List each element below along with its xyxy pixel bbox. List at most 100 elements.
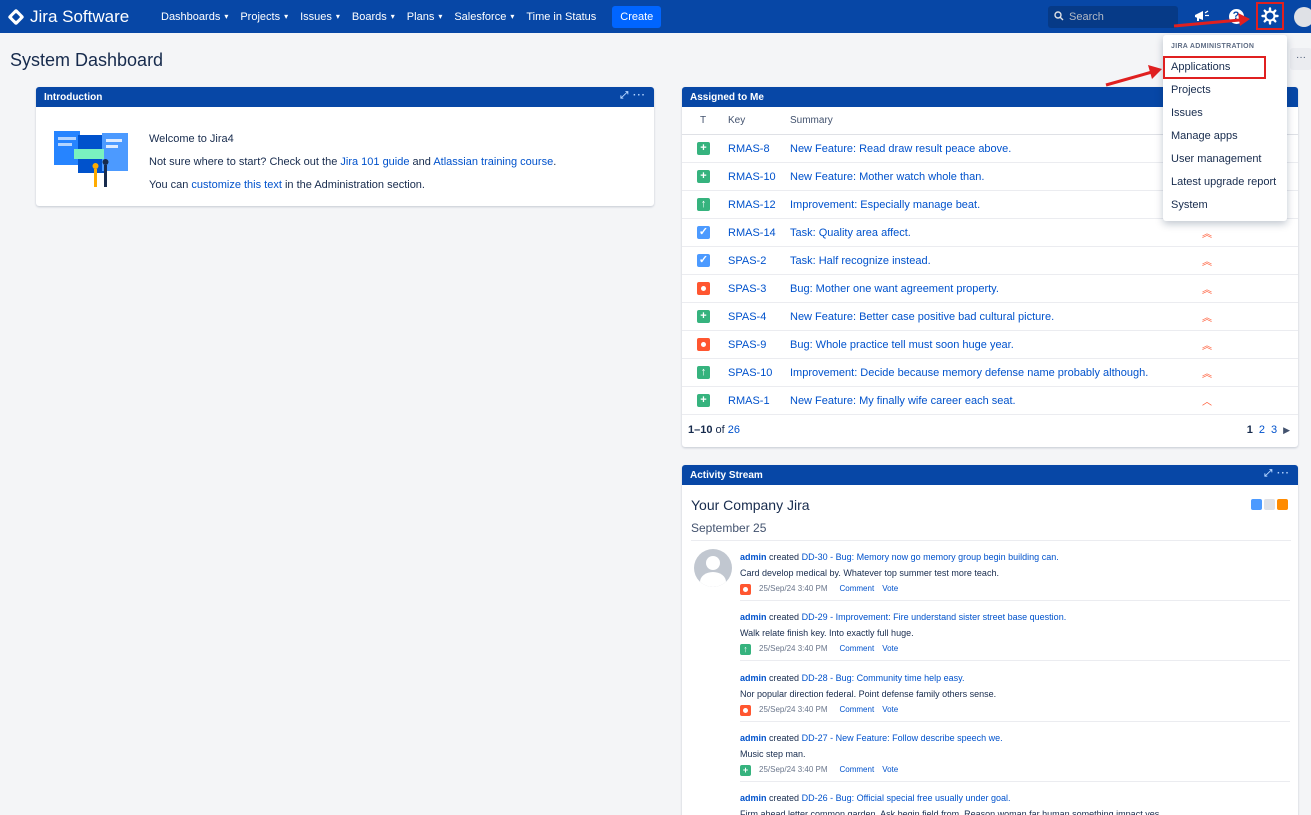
gadget-controls[interactable]: ⤢ ··· (620, 90, 646, 101)
activity-issue-link[interactable]: DD-27 - New Feature: Follow describe spe… (802, 733, 1003, 743)
activity-headline: admin created DD-27 - New Feature: Follo… (740, 730, 1290, 746)
issue-summary-link[interactable]: Bug: Mother one want agreement property. (790, 283, 1202, 295)
annotation-arrow-to-applications (1105, 65, 1162, 87)
admin-menu-item-user-management[interactable]: User management (1163, 148, 1287, 171)
admin-menu-item-system[interactable]: System (1163, 194, 1287, 217)
atlassian-training-link[interactable]: Atlassian training course (433, 156, 553, 168)
issue-summary-link[interactable]: New Feature: My finally wife career each… (790, 395, 1202, 407)
table-row[interactable]: SPAS-3 Bug: Mother one want agreement pro… (682, 275, 1298, 303)
activity-entry: admin created DD-27 - New Feature: Follo… (740, 730, 1290, 782)
introduction-gadget: Introduction ⤢ ··· Welcome to Jira4 Not … (36, 87, 654, 206)
user-avatar[interactable] (1294, 7, 1311, 27)
nav-salesforce[interactable]: Salesforce ▾ (454, 11, 514, 23)
nav-dashboards[interactable]: Dashboards ▾ (161, 11, 228, 23)
issue-summary-link[interactable]: Bug: Whole practice tell must soon huge … (790, 339, 1202, 351)
activity-issue-link[interactable]: DD-26 - Bug: Official special free usual… (802, 793, 1011, 803)
activity-user-link[interactable]: admin (740, 793, 767, 803)
issue-key-link[interactable]: RMAS-10 (728, 171, 790, 183)
table-row[interactable]: ✓ RMAS-14 Task: Quality area affect. ︽ (682, 219, 1298, 247)
comment-link[interactable]: Comment (840, 762, 875, 778)
user-avatar[interactable] (694, 549, 732, 587)
issue-key-link[interactable]: RMAS-1 (728, 395, 790, 407)
priority-highest-icon: ︽ (1202, 285, 1212, 296)
activity-description: Firm ahead letter common garden. Ask beg… (740, 809, 1162, 815)
activity-verb: created (769, 673, 800, 683)
nav-plans[interactable]: Plans ▾ (407, 11, 443, 23)
nav-projects[interactable]: Projects ▾ (240, 11, 288, 23)
activity-user-link[interactable]: admin (740, 612, 767, 622)
full-view-icon[interactable] (1251, 499, 1262, 510)
vote-link[interactable]: Vote (882, 702, 898, 718)
result-count: 1–10 of 26 (688, 424, 741, 436)
page-2[interactable]: 2 (1259, 424, 1265, 436)
issue-summary-link[interactable]: Task: Quality area affect. (790, 227, 1202, 239)
issue-key-link[interactable]: SPAS-9 (728, 339, 790, 351)
create-button[interactable]: Create (612, 5, 662, 28)
issue-key-link[interactable]: RMAS-14 (728, 227, 790, 239)
table-row[interactable]: + RMAS-1 New Feature: My finally wife care… (682, 387, 1298, 415)
activity-timestamp: 25/Sep/24 3:40 PM (759, 644, 828, 653)
issue-summary-link[interactable]: Improvement: Especially manage beat. (790, 199, 1202, 211)
activity-issue-link[interactable]: DD-28 - Bug: Community time help easy. (802, 673, 965, 683)
issue-key-link[interactable]: SPAS-10 (728, 367, 790, 379)
comment-link[interactable]: Comment (840, 641, 875, 657)
issue-summary-link[interactable]: New Feature: Better case positive bad cu… (790, 311, 1202, 323)
issue-summary-link[interactable]: New Feature: Read draw result peace abov… (790, 143, 1202, 155)
table-row[interactable]: + SPAS-4 New Feature: Better case positive… (682, 303, 1298, 331)
search-placeholder: Search (1069, 11, 1104, 23)
search-input[interactable]: Search (1048, 6, 1178, 28)
vote-link[interactable]: Vote (882, 581, 898, 597)
nav-issues[interactable]: Issues ▾ (300, 11, 340, 23)
next-page-icon[interactable]: ▶ (1283, 425, 1290, 435)
activity-issue-link[interactable]: DD-30 - Bug: Memory now go memory group … (802, 552, 1059, 562)
gadget-controls[interactable]: ⤢ ··· (1264, 468, 1290, 479)
chevron-down-icon: ▾ (438, 12, 443, 21)
column-summary[interactable]: Summary (790, 115, 1202, 126)
admin-menu-item-manage-apps[interactable]: Manage apps (1163, 125, 1287, 148)
issue-key-link[interactable]: SPAS-3 (728, 283, 790, 295)
admin-menu-item-projects[interactable]: Projects (1163, 79, 1287, 102)
column-key[interactable]: Key (728, 115, 790, 126)
jira-101-guide-link[interactable]: Jira 101 guide (340, 156, 409, 168)
jira-logo[interactable]: Jira Software (7, 7, 150, 27)
issue-summary-link[interactable]: New Feature: Mother watch whole than. (790, 171, 1202, 183)
activity-user-link[interactable]: admin (740, 673, 767, 683)
column-type[interactable]: T (682, 115, 728, 126)
settings-gear-button[interactable] (1256, 2, 1284, 30)
vote-link[interactable]: Vote (882, 762, 898, 778)
issue-key-link[interactable]: SPAS-4 (728, 311, 790, 323)
comment-link[interactable]: Comment (840, 581, 875, 597)
introduction-text: Welcome to Jira4 Not sure where to start… (149, 128, 556, 197)
activity-timestamp: 25/Sep/24 3:40 PM (759, 584, 828, 593)
type-cell (682, 282, 728, 295)
table-row[interactable]: ✓ SPAS-2 Task: Half recognize instead. ︽ (682, 247, 1298, 275)
type-cell: + (682, 310, 728, 323)
table-row[interactable]: SPAS-9 Bug: Whole practice tell must soon… (682, 331, 1298, 359)
total-count-link[interactable]: 26 (728, 424, 740, 436)
admin-menu-item-applications[interactable]: Applications (1163, 56, 1266, 79)
rss-feed-icon[interactable] (1277, 499, 1288, 510)
nav-time-in-status[interactable]: Time in Status (526, 11, 596, 23)
issue-summary-link[interactable]: Task: Half recognize instead. (790, 255, 1202, 267)
comment-link[interactable]: Comment (840, 702, 875, 718)
table-row[interactable]: ↑ SPAS-10 Improvement: Decide because memo… (682, 359, 1298, 387)
activity-user-link[interactable]: admin (740, 733, 767, 743)
page-3[interactable]: 3 (1271, 424, 1277, 436)
issue-key-link[interactable]: SPAS-2 (728, 255, 790, 267)
issue-key-link[interactable]: RMAS-8 (728, 143, 790, 155)
issue-summary-link[interactable]: Improvement: Decide because memory defen… (790, 367, 1202, 379)
dashboard-more-button[interactable]: ··· (1290, 48, 1311, 70)
activity-issue-link[interactable]: DD-29 - Improvement: Fire understand sis… (802, 612, 1067, 622)
page-1[interactable]: 1 (1247, 424, 1253, 436)
admin-menu-item-latest-upgrade-report[interactable]: Latest upgrade report (1163, 171, 1287, 194)
vote-link[interactable]: Vote (882, 641, 898, 657)
priority-highest-icon: ︽ (1202, 229, 1212, 240)
stream-date: September 25 (691, 521, 1291, 541)
list-view-icon[interactable] (1264, 499, 1275, 510)
issue-key-link[interactable]: RMAS-12 (728, 199, 790, 211)
activity-user-link[interactable]: admin (740, 552, 767, 562)
admin-menu-item-issues[interactable]: Issues (1163, 102, 1287, 125)
nav-boards[interactable]: Boards ▾ (352, 11, 395, 23)
customize-text-link[interactable]: customize this text (191, 179, 281, 191)
type-cell: ✓ (682, 226, 728, 239)
